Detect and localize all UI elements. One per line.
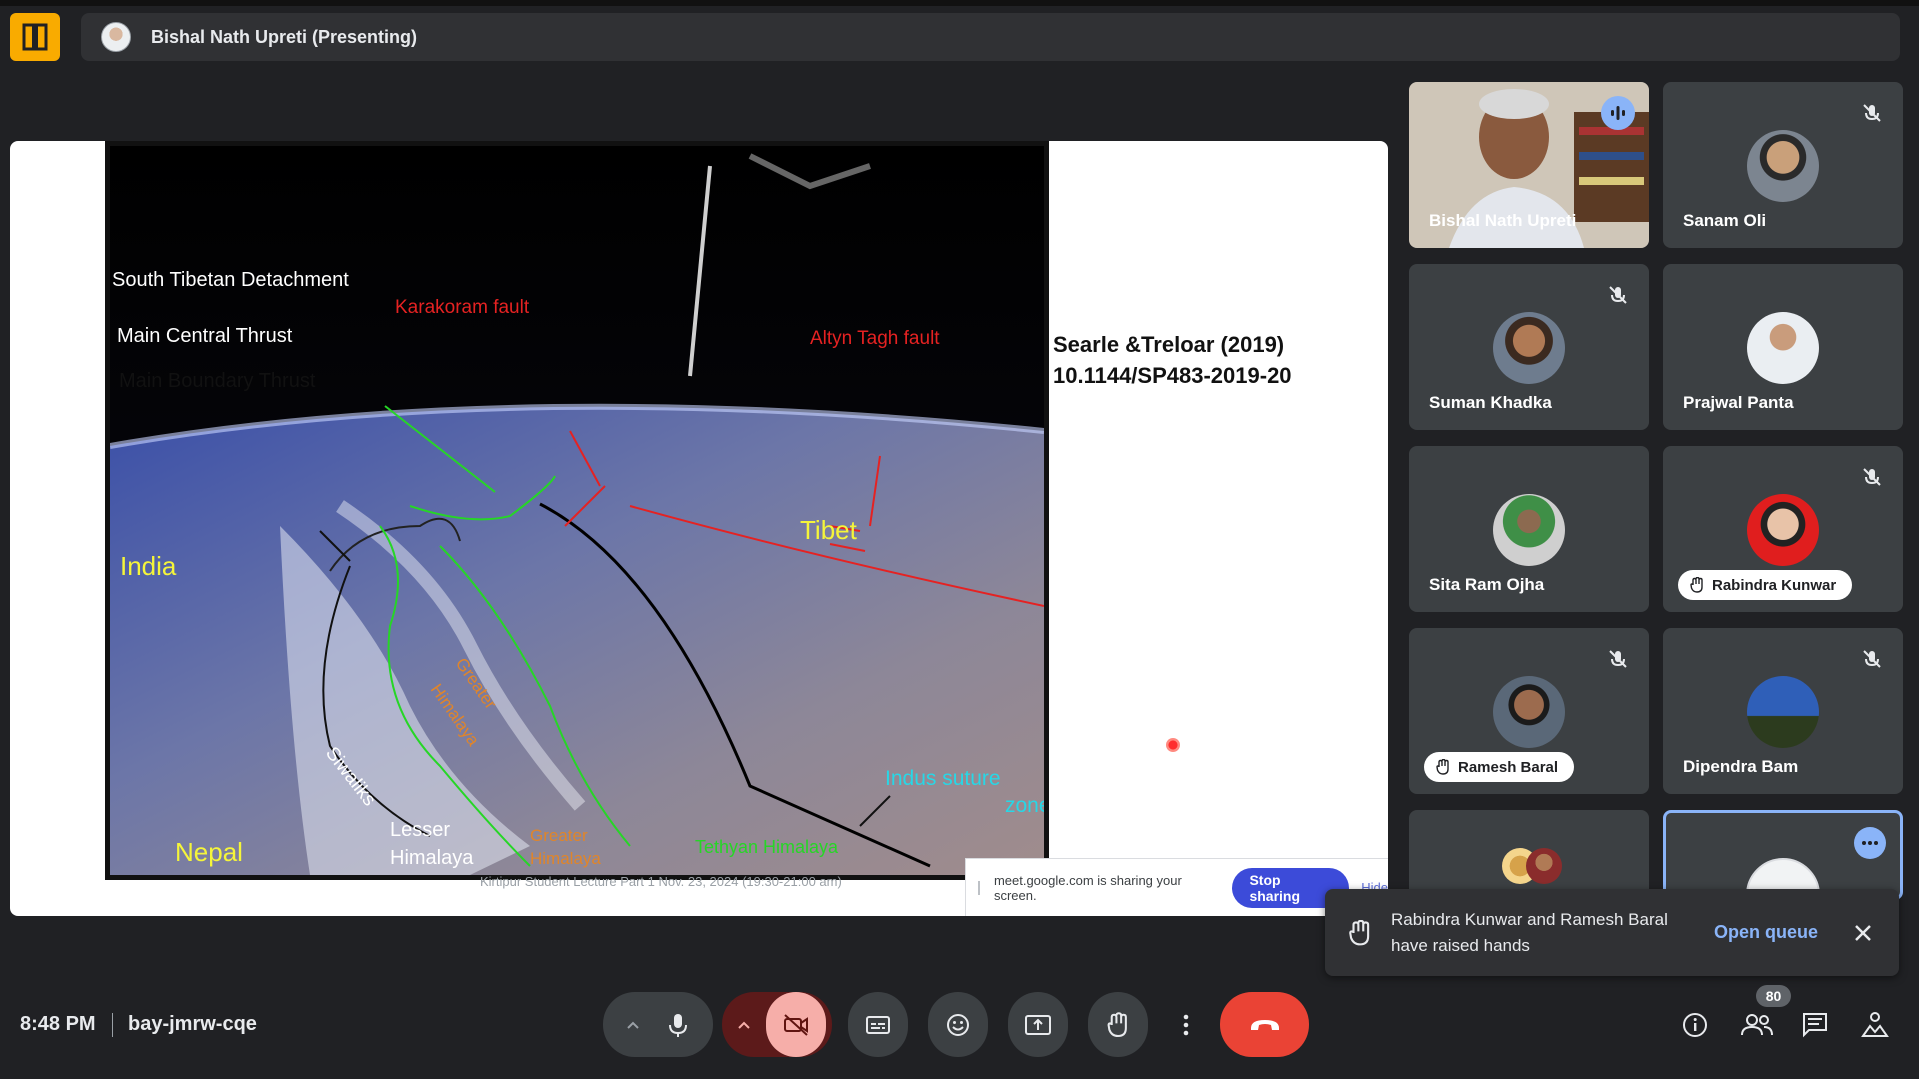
shared-screen: South Tibetan Detachment Main Central Th… <box>10 141 1388 916</box>
window-top-strip <box>0 0 1919 6</box>
participant-tile[interactable]: Suman Khadka <box>1409 264 1649 430</box>
himalaya-satellite-image: South Tibetan Detachment Main Central Th… <box>105 141 1049 880</box>
avatar <box>1747 494 1819 566</box>
label-nepal: Nepal <box>175 837 243 867</box>
more-options-button[interactable] <box>1168 992 1204 1057</box>
label-std: South Tibetan Detachment <box>112 269 349 291</box>
avatar <box>1747 676 1819 748</box>
call-end-icon <box>1250 1019 1279 1030</box>
raised-hand-icon <box>1349 919 1370 945</box>
camera-off-icon <box>784 1013 808 1036</box>
label-indus-1: Indus suture <box>885 767 1001 790</box>
label-karakoram: Karakoram fault <box>395 297 530 318</box>
participant-name: Prajwal Panta <box>1683 393 1794 412</box>
participant-tile[interactable]: Sita Ram Ojha <box>1409 446 1649 612</box>
avatar <box>1747 312 1819 384</box>
clock: 8:48 PM <box>20 1013 96 1035</box>
label-mbt: Main Boundary Thrust <box>119 370 316 392</box>
open-queue-button[interactable]: Open queue <box>1714 922 1818 943</box>
speaking-icon <box>1601 96 1635 130</box>
avatar <box>1526 848 1562 884</box>
participant-name: Bishal Nath Upreti <box>1429 211 1577 230</box>
more-icon[interactable] <box>1854 827 1886 859</box>
label-greater-4: Himalaya <box>530 849 601 868</box>
video-control-group <box>722 992 832 1057</box>
mic-off-icon <box>1863 650 1881 668</box>
participant-tile[interactable]: Sanam Oli <box>1663 82 1903 248</box>
label-greater-3: Greater <box>530 826 588 845</box>
participant-tile[interactable]: Ramesh Baral <box>1409 628 1649 794</box>
citation: Searle &Treloar (2019) 10.1144/SP483-201… <box>1053 329 1292 391</box>
captions-button[interactable] <box>848 992 908 1057</box>
mic-off-icon <box>1609 650 1627 668</box>
participant-name: Dipendra Bam <box>1683 757 1799 776</box>
avatar <box>1493 312 1565 384</box>
presenter-bar[interactable]: Bishal Nath Upreti (Presenting) <box>81 13 1900 61</box>
raise-hand-icon <box>1107 1011 1127 1037</box>
label-tethyan: Tethyan Himalaya <box>695 837 839 857</box>
audio-control-group <box>603 992 713 1057</box>
raised-hand-chip: Rabindra Kunwar <box>1678 570 1853 600</box>
emoji-button[interactable] <box>928 992 988 1057</box>
self-view-tile[interactable] <box>1663 810 1903 900</box>
participant-tile[interactable]: Prajwal Panta <box>1663 264 1903 430</box>
mic-off-icon[interactable] <box>666 1011 690 1039</box>
sharing-message: meet.google.com is sharing your screen. <box>993 872 1182 903</box>
citation-line-1: Searle &Treloar (2019) <box>1053 332 1285 357</box>
citation-line-2: 10.1144/SP483-2019-20 <box>1053 363 1292 388</box>
meeting-code: bay-jmrw-cqe <box>128 1013 257 1035</box>
activities-icon[interactable] <box>1860 1010 1890 1040</box>
participant-name: Suman Khadka <box>1429 393 1552 412</box>
participant-name: Sita Ram Ojha <box>1429 575 1545 594</box>
raised-hand-icon <box>1690 577 1703 593</box>
participant-tile[interactable]: Bishal Nath Upreti <box>1409 82 1649 248</box>
divider <box>112 1013 113 1037</box>
participant-tile[interactable]: Dipendra Bam <box>1663 628 1903 794</box>
present-icon <box>1025 1014 1051 1035</box>
participant-name: Sanam Oli <box>1683 211 1767 230</box>
more-vert-icon <box>1183 1014 1189 1035</box>
raised-hands-toast: Rabindra Kunwar and Ramesh Baral have ra… <box>1325 889 1899 976</box>
toast-message: Rabindra Kunwar and Ramesh Baral have ra… <box>1391 909 1668 955</box>
avatar <box>1747 130 1819 202</box>
raised-hand-chip: Ramesh Baral <box>1424 752 1575 782</box>
mic-off-icon <box>1609 286 1627 304</box>
slide-footer: Kirtipur Student Lecture Part 1 Nov. 23,… <box>480 874 842 889</box>
captions-icon <box>866 1015 890 1034</box>
close-icon[interactable] <box>1852 922 1874 944</box>
people-icon[interactable] <box>1740 1010 1774 1040</box>
people-count-badge: 80 <box>1756 985 1791 1007</box>
mic-off-icon <box>1863 104 1881 122</box>
camera-toggle-button[interactable] <box>766 992 826 1057</box>
chevron-up-icon[interactable] <box>737 1020 751 1030</box>
participant-name: Rabindra Kunwar <box>1712 576 1837 594</box>
participant-tile[interactable] <box>1409 810 1649 900</box>
avatar <box>1493 494 1565 566</box>
raise-hand-button[interactable] <box>1088 992 1148 1057</box>
chevron-up-icon[interactable] <box>626 1020 640 1030</box>
emoji-icon <box>947 1013 969 1036</box>
laser-pointer-icon <box>1166 738 1180 752</box>
mic-off-icon <box>1863 468 1881 486</box>
avatar <box>1493 676 1565 748</box>
label-tibet: Tibet <box>800 515 858 545</box>
present-button[interactable] <box>1008 992 1068 1057</box>
participant-name: Ramesh Baral <box>1458 758 1559 776</box>
info-icon[interactable] <box>1680 1010 1710 1040</box>
label-india: India <box>120 551 177 581</box>
label-lesser-1: Lesser <box>390 819 450 841</box>
label-altyn: Altyn Tagh fault <box>810 328 940 349</box>
label-indus-2: zone <box>1005 794 1044 817</box>
leave-call-button[interactable] <box>1220 992 1309 1057</box>
app-logo-icon[interactable] <box>10 13 60 61</box>
drag-handle-icon[interactable] <box>978 880 980 895</box>
participant-tile[interactable]: Rabindra Kunwar <box>1663 446 1903 612</box>
label-mct: Main Central Thrust <box>117 325 293 347</box>
presenter-avatar <box>101 22 131 52</box>
raised-hand-icon <box>1436 759 1449 775</box>
presenter-name: Bishal Nath Upreti (Presenting) <box>151 26 418 47</box>
label-lesser-2: Himalaya <box>390 847 474 869</box>
chat-icon[interactable] <box>1800 1010 1830 1040</box>
